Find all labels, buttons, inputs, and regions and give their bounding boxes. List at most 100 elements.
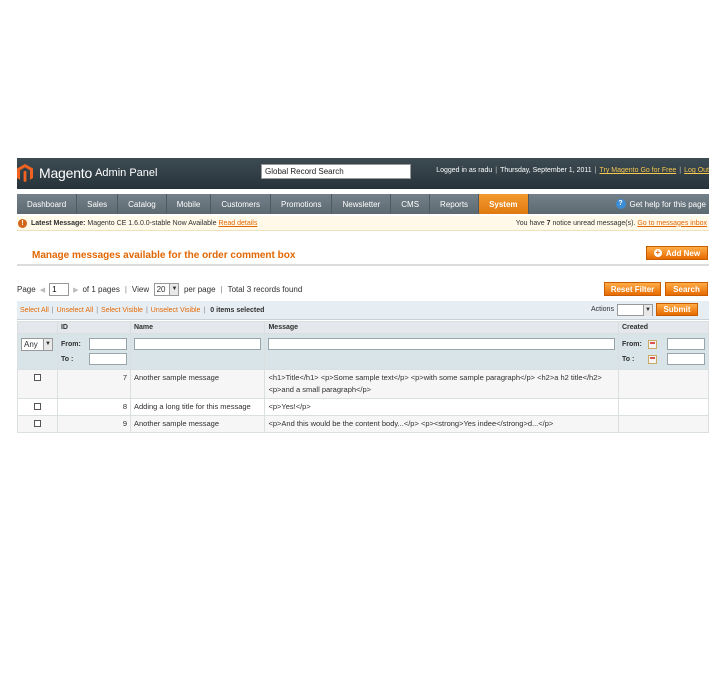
of-pages-text: of 1 pages [82,285,120,294]
message-filter-input[interactable] [268,338,615,350]
nav-item-sales[interactable]: Sales [77,194,119,214]
table-row[interactable]: 8 Adding a long title for this message <… [17,398,710,416]
row-checkbox-cell [17,415,58,433]
unread-messages-info: You have 7 notice unread message(s). Go … [516,220,709,227]
magento-logo[interactable]: Magento Admin Panel [17,163,157,183]
created-to-input[interactable] [666,353,705,365]
unread-suffix: notice unread message(s). [552,219,636,227]
view-label: View [131,285,150,294]
table-row[interactable]: 7 Another sample message <h1>Title</h1> … [17,369,710,399]
main-nav: Dashboard Sales Catalog Mobile Customers… [17,194,709,214]
nav-item-dashboard[interactable]: Dashboard [17,194,78,214]
add-new-label: Add New [665,248,701,258]
row-checkbox-cell [17,398,58,416]
nav-item-newsletter[interactable]: Newsletter [332,194,392,214]
nav-item-system[interactable]: System [479,194,529,214]
magento-logo-icon [17,164,33,182]
row-created [617,398,710,416]
nav-item-cms[interactable]: CMS [391,194,431,214]
help-icon: ? [615,199,626,209]
any-select-value: Any [24,340,38,349]
column-header-id[interactable]: ID [56,321,131,334]
id-to-label: To : [60,355,74,363]
help-link-label: Get help for this page [629,199,707,209]
filter-message-cell [264,333,619,370]
latest-message-text: Magento CE 1.6.0.0-stable Now Available [87,219,217,227]
latest-message-bar: ! Latest Message: Magento CE 1.6.0.0-sta… [17,216,709,231]
submit-button[interactable]: Submit [656,303,698,316]
id-from-label: From: [60,340,81,348]
row-created [617,369,710,399]
page-label: Page [17,285,36,294]
any-select[interactable]: Any ▼ [21,338,53,351]
read-details-link[interactable]: Read details [218,220,257,227]
header-user-info: Logged in as radu | Thursday, September 1,… [436,167,709,174]
add-new-button[interactable]: + Add New [646,246,708,260]
selected-count: 0 [210,306,215,314]
row-message: <h1>Title</h1> <p>Some sample text</p> <… [264,369,619,399]
nav-item-customers[interactable]: Customers [211,194,271,214]
row-checkbox[interactable] [33,420,41,427]
unselect-all-link[interactable]: Unselect All [57,307,94,314]
row-checkbox-cell [17,369,58,399]
title-divider [17,264,709,266]
row-id: 7 [56,369,131,399]
row-checkbox[interactable] [33,403,41,410]
grid-pager: Page ◀ ▶ of 1 pages | View 20 ▼ per page… [17,283,302,296]
actions-label: Actions [591,306,614,313]
page-number-input[interactable] [49,283,70,296]
nav-item-reports[interactable]: Reports [430,194,480,214]
id-to-input[interactable] [88,353,127,365]
table-row[interactable]: 9 Another sample message <p>And this wou… [17,415,710,433]
row-checkbox[interactable] [33,374,41,381]
column-header-name[interactable]: Name [129,321,266,334]
latest-message-label: Latest Message: [31,219,86,227]
reset-filter-button[interactable]: Reset Filter [604,282,661,296]
unselect-visible-link[interactable]: Unselect Visible [151,307,201,314]
row-id: 8 [56,398,131,416]
id-from-input[interactable] [88,338,127,350]
chevron-down-icon: ▼ [643,304,652,316]
calendar-icon[interactable] [647,339,657,349]
help-link[interactable]: ? Get help for this page [615,194,710,214]
select-visible-link[interactable]: Select Visible [101,307,143,314]
name-filter-input[interactable] [133,338,262,350]
global-search-input[interactable] [261,164,411,179]
unread-prefix: You have [515,219,545,227]
filter-select-cell: Any ▼ [17,333,58,370]
column-header-select [17,321,58,334]
try-magento-go-link[interactable]: Try Magento Go for Free [599,167,676,174]
calendar-icon[interactable] [647,354,657,364]
per-page-select[interactable]: 20 ▼ [153,283,180,296]
row-created [617,415,710,433]
created-from-input[interactable] [666,338,705,350]
search-button[interactable]: Search [665,282,708,296]
items-selected-label: items selected [216,306,265,314]
plus-icon: + [653,248,662,257]
grid-header-row: ID Name Message Created [17,321,710,334]
log-out-link[interactable]: Log Out [684,167,709,174]
total-records: Total 3 records found [227,285,303,294]
actions-select[interactable]: ▼ [617,304,653,316]
nav-item-promotions[interactable]: Promotions [271,194,333,214]
row-message: <p>And this would be the content body...… [264,415,619,433]
filter-created-cell: From: To : [617,333,710,370]
column-header-created[interactable]: Created [617,321,710,334]
next-page-icon[interactable]: ▶ [73,286,78,294]
notice-alert-icon: ! [18,218,27,228]
row-message: <p>Yes!</p> [264,398,619,416]
logo-subtitle: Admin Panel [95,167,158,179]
created-from-label: From: [621,340,642,348]
nav-item-catalog[interactable]: Catalog [118,194,167,214]
filter-id-cell: From: To : [56,333,131,370]
row-name: Another sample message [129,415,266,433]
row-name: Another sample message [129,369,266,399]
nav-item-mobile[interactable]: Mobile [167,194,212,214]
page-title: Manage messages available for the order … [32,250,296,261]
column-header-message[interactable]: Message [264,321,619,334]
messages-inbox-link[interactable]: Go to messages inbox [637,220,707,227]
prev-page-icon[interactable]: ◀ [40,286,45,294]
logo-text: Magento [39,165,93,181]
chevron-down-icon: ▼ [43,339,52,350]
select-all-link[interactable]: Select All [20,307,49,314]
